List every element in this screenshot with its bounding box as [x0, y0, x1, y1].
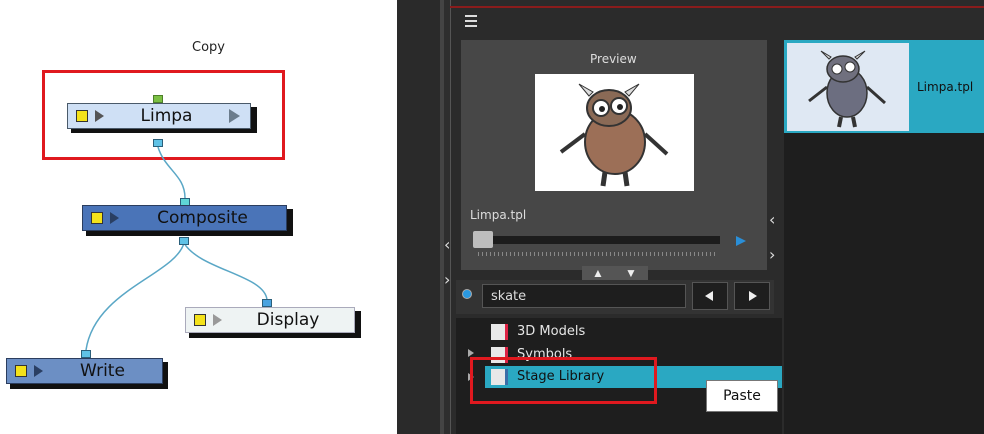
write-node[interactable]: Write [6, 358, 163, 384]
folder-icon [491, 324, 508, 340]
search-next-button[interactable] [734, 282, 770, 310]
paste-menu-item[interactable]: Paste [706, 380, 778, 412]
node-open-group-icon[interactable] [229, 109, 240, 123]
stage-library-highlight-box [470, 357, 657, 404]
character-thumbnail-image [808, 50, 886, 128]
collapse-left-icon-2[interactable]: ‹ [769, 210, 775, 229]
panel-divider [440, 0, 444, 434]
write-input-port[interactable] [81, 350, 91, 358]
panel-red-top [450, 6, 984, 8]
node-expand-icon[interactable] [110, 212, 119, 224]
character-preview-image [559, 83, 669, 187]
preview-image [535, 74, 694, 191]
panel-left-strip [397, 0, 440, 434]
display-input-port[interactable] [262, 299, 272, 307]
write-node-label: Write [80, 361, 125, 381]
tree-item-label: 3D Models [517, 324, 586, 339]
display-node-label: Display [256, 310, 320, 330]
node-expand-icon[interactable] [95, 110, 104, 122]
preview-filename: Limpa.tpl [470, 208, 527, 222]
limpa-node[interactable]: Limpa [67, 103, 251, 129]
preview-title: Preview [590, 52, 637, 66]
search-prev-button[interactable] [692, 282, 728, 310]
limpa-output-port[interactable] [153, 139, 163, 147]
node-expand-icon[interactable] [34, 365, 43, 377]
limpa-node-label: Limpa [140, 106, 193, 126]
node-enable-toggle[interactable] [76, 110, 88, 122]
node-enable-toggle[interactable] [91, 212, 103, 224]
split-down-icon[interactable]: ▼ [625, 266, 637, 280]
node-expand-icon[interactable] [213, 314, 222, 326]
expand-right-icon[interactable]: › [444, 270, 450, 289]
panel-menu-icon[interactable] [465, 15, 477, 29]
split-up-icon[interactable]: ▲ [592, 266, 604, 280]
search-icon [462, 289, 472, 299]
composite-output-port[interactable] [179, 237, 189, 245]
display-node[interactable]: Display [185, 307, 355, 333]
composite-node-label: Composite [157, 208, 248, 228]
timeline-ticks [478, 252, 718, 256]
expand-right-icon-2[interactable]: › [769, 245, 775, 264]
search-input[interactable]: skate [482, 284, 686, 308]
limpa-input-port[interactable] [153, 95, 163, 103]
thumbnail-image-bg [787, 43, 909, 131]
search-input-value: skate [491, 289, 527, 304]
timeline-track[interactable] [473, 236, 720, 244]
thumbnail-label: Limpa.tpl [917, 80, 974, 94]
node-enable-toggle[interactable] [15, 365, 27, 377]
node-enable-toggle[interactable] [194, 314, 206, 326]
collapse-left-icon[interactable]: ‹ [444, 235, 450, 254]
tree-expand-symbols[interactable] [468, 349, 474, 357]
timeline-slider-handle[interactable] [473, 231, 493, 248]
composite-node[interactable]: Composite [82, 205, 287, 231]
play-button[interactable] [736, 236, 746, 246]
